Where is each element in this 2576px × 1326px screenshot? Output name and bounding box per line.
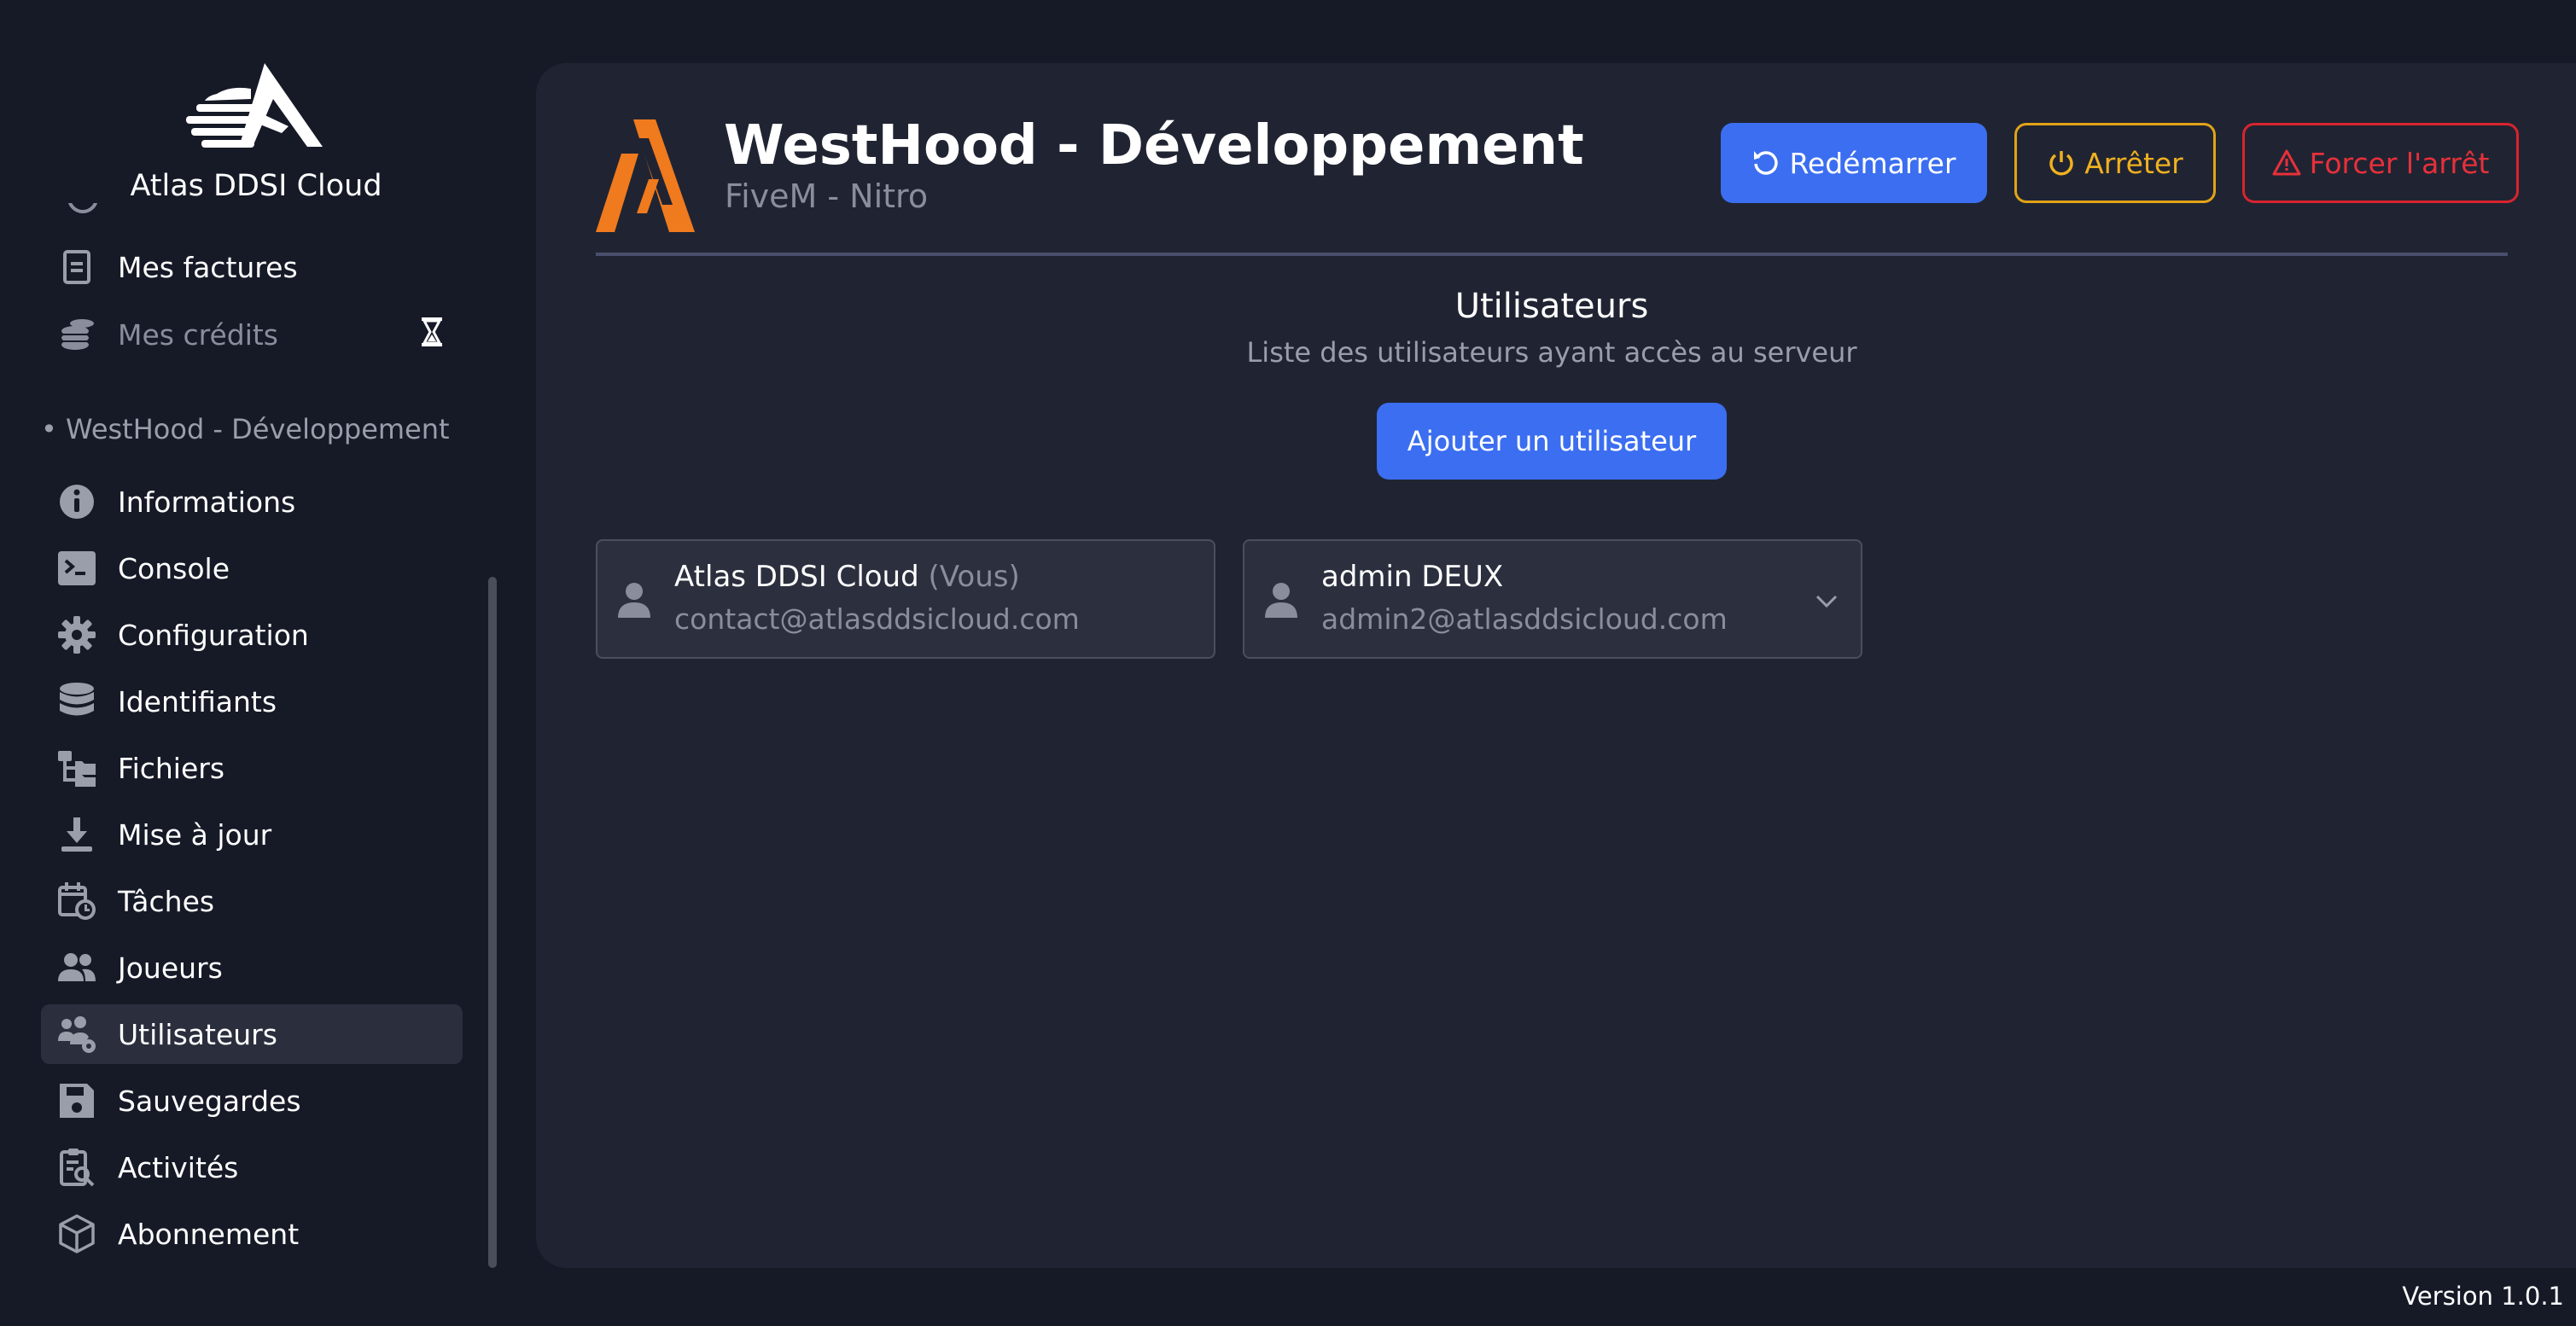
floppy-icon xyxy=(41,1080,118,1121)
clipboard-search-icon xyxy=(41,1147,118,1188)
sidebar-item-credits[interactable]: Mes crédits xyxy=(41,305,463,364)
header-divider xyxy=(596,253,2508,256)
hourglass-icon xyxy=(422,317,442,346)
sidebar-item-label: Activités xyxy=(118,1150,239,1184)
sidebar-item-label: Mes crédits xyxy=(118,317,278,352)
sidebar-item-joueurs[interactable]: Joueurs xyxy=(41,938,463,997)
coins-icon xyxy=(41,314,118,355)
stop-label: Arrêter xyxy=(2084,146,2183,180)
restart-label: Redémarrer xyxy=(1789,146,1956,180)
sidebar-item-fichiers[interactable]: Fichiers xyxy=(41,738,463,798)
users-section-subtitle: Liste des utilisateurs ayant accès au se… xyxy=(1246,336,1857,369)
sidebar-item-label: Identifiants xyxy=(118,684,277,718)
sidebar-item-label: Configuration xyxy=(118,618,309,652)
sidebar-item-label: Fichiers xyxy=(118,751,225,785)
brand[interactable]: Atlas DDSI Cloud xyxy=(0,51,512,203)
app-version: Version 1.0.1 xyxy=(2402,1282,2564,1311)
user-name: Atlas DDSI Cloud (Vous) xyxy=(674,560,1020,594)
sidebar-item-label: Informations xyxy=(118,485,296,519)
folder-tree-icon xyxy=(41,747,118,788)
power-icon xyxy=(2049,151,2073,176)
main-panel: WestHood - Développement FiveM - Nitro R… xyxy=(536,63,2576,1268)
user-name: admin DEUX xyxy=(1321,560,1503,594)
cube-icon xyxy=(41,1213,118,1254)
sidebar-item-label: Abonnement xyxy=(118,1217,300,1251)
sidebar-item-sauvegardes[interactable]: Sauvegardes xyxy=(41,1071,463,1131)
server-section-label: • WestHood - Développement xyxy=(41,413,450,445)
users-section-title: Utilisateurs xyxy=(1454,287,1649,326)
calendar-clock-icon xyxy=(41,881,118,922)
invoice-icon xyxy=(41,247,118,288)
user-card: Atlas DDSI Cloud (Vous) contact@atlasdds… xyxy=(596,539,1215,659)
sidebar-item-label: Sauvegardes xyxy=(118,1084,301,1118)
brand-name: Atlas DDSI Cloud xyxy=(130,169,382,203)
add-user-button[interactable]: Ajouter un utilisateur xyxy=(1377,403,1727,480)
sidebar-item-mise-a-jour[interactable]: Mise à jour xyxy=(41,805,463,864)
chevron-down-icon[interactable] xyxy=(1813,587,1840,614)
partial-icon xyxy=(68,203,97,220)
sidebar-item-label: Mes factures xyxy=(118,250,298,284)
you-tag: (Vous) xyxy=(928,560,1020,594)
user-email: admin2@atlasddsicloud.com xyxy=(1321,602,1728,636)
sidebar: Atlas DDSI Cloud Mes factures Mes crédit… xyxy=(0,0,521,1326)
sidebar-item-label: Mise à jour xyxy=(118,817,272,852)
user-name-text: Atlas DDSI Cloud xyxy=(674,560,919,594)
user-avatar-icon xyxy=(1265,583,1297,618)
fivem-logo-icon xyxy=(596,119,695,232)
server-title: WestHood - Développement xyxy=(724,114,1584,177)
server-subtitle: FiveM - Nitro xyxy=(725,177,929,215)
restart-button[interactable]: Redémarrer xyxy=(1721,123,1987,203)
force-stop-button[interactable]: Forcer l'arrêt xyxy=(2242,123,2519,203)
users-gear-icon xyxy=(41,1014,118,1055)
force-stop-label: Forcer l'arrêt xyxy=(2309,146,2490,180)
users-icon xyxy=(41,947,118,988)
download-icon xyxy=(41,814,118,855)
sidebar-item-label: Console xyxy=(118,551,230,585)
sidebar-item-abonnement[interactable]: Abonnement xyxy=(41,1204,463,1264)
user-email: contact@atlasddsicloud.com xyxy=(674,602,1080,636)
sidebar-item-informations[interactable]: Informations xyxy=(41,472,463,532)
terminal-icon xyxy=(41,548,118,589)
sidebar-item-label: Tâches xyxy=(118,884,215,918)
stop-button[interactable]: Arrêter xyxy=(2014,123,2216,203)
user-name-text: admin DEUX xyxy=(1321,560,1504,594)
info-icon xyxy=(41,481,118,522)
sidebar-item-console[interactable]: Console xyxy=(41,538,463,598)
sidebar-item-label: Joueurs xyxy=(118,951,223,985)
warning-icon xyxy=(2272,149,2301,176)
user-card[interactable]: admin DEUX admin2@atlasddsicloud.com xyxy=(1243,539,1862,659)
sidebar-item-taches[interactable]: Tâches xyxy=(41,871,463,931)
sidebar-item-identifiants[interactable]: Identifiants xyxy=(41,672,463,731)
sidebar-item-utilisateurs[interactable]: Utilisateurs xyxy=(41,1004,463,1064)
sidebar-item-invoices[interactable]: Mes factures xyxy=(41,237,463,297)
restart-icon xyxy=(1754,151,1779,175)
sidebar-item-label: Utilisateurs xyxy=(118,1017,277,1051)
gear-icon xyxy=(41,614,118,655)
sidebar-item-configuration[interactable]: Configuration xyxy=(41,605,463,665)
database-icon xyxy=(41,681,118,722)
user-avatar-icon xyxy=(618,583,650,618)
sidebar-item-activites[interactable]: Activités xyxy=(41,1137,463,1197)
sidebar-scrollbar[interactable] xyxy=(488,577,497,1268)
atlas-logo-icon xyxy=(186,63,323,148)
